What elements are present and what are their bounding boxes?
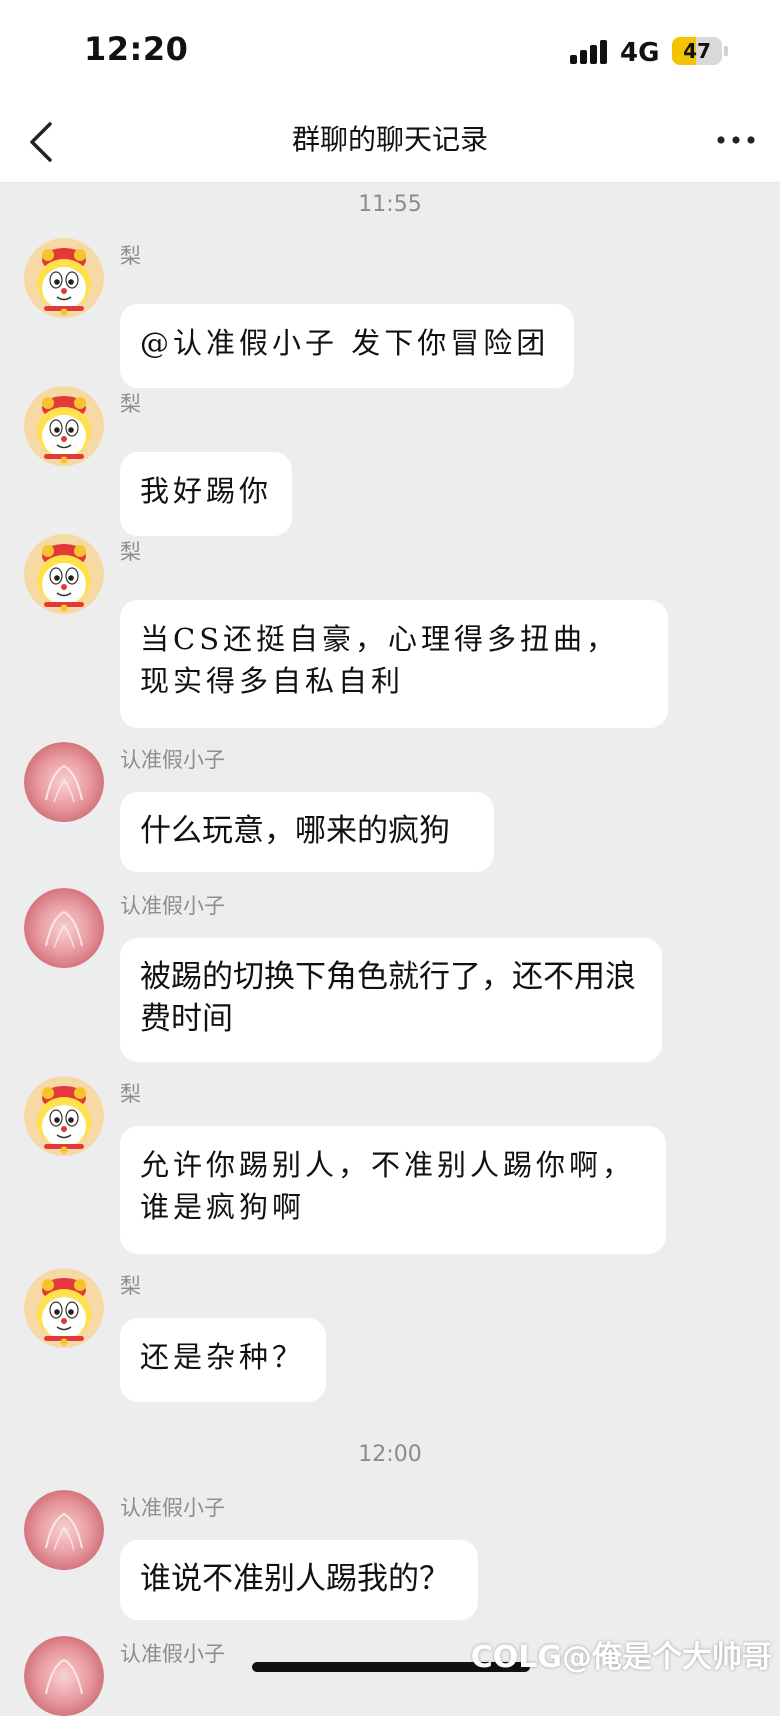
message-bubble[interactable]: 什么玩意，哪来的疯狗: [120, 792, 494, 872]
chat-history[interactable]: 11:55 梨 @认准假小子 发下你冒险团 梨 我好踢你 梨 当CS还挺自豪，心…: [0, 182, 780, 1716]
battery-tip: [724, 46, 728, 56]
avatar-li[interactable]: [24, 238, 104, 318]
sender-name: 梨: [120, 392, 141, 416]
message-bubble[interactable]: 还是杂种？: [120, 1318, 326, 1402]
doraemi-avatar-icon: [24, 238, 104, 318]
doraemi-avatar-icon: [24, 386, 104, 466]
sender-name: 梨: [120, 1082, 141, 1106]
message-bubble[interactable]: @认准假小子 发下你冒险团: [120, 304, 574, 388]
message-bubble[interactable]: 允许你踢别人，不准别人踢你啊，谁是疯狗啊: [120, 1126, 666, 1254]
more-dots-icon[interactable]: [716, 134, 756, 146]
sender-name: 梨: [120, 244, 141, 268]
watermark: COLG@俺是个大帅哥: [470, 1640, 772, 1675]
pink-glow-avatar-icon: [24, 1490, 104, 1570]
chevron-left-icon[interactable]: [26, 116, 62, 166]
message-bubble[interactable]: 我好踢你: [120, 452, 292, 536]
sender-name: 认准假小子: [120, 748, 225, 772]
doraemi-avatar-icon: [24, 1268, 104, 1348]
status-time: 12:20: [84, 30, 189, 68]
timestamp: 12:00: [358, 1442, 422, 1467]
message-bubble[interactable]: 谁说不准别人踢我的？: [120, 1540, 478, 1620]
sender-name: 梨: [120, 1274, 141, 1298]
message-bubble[interactable]: 当CS还挺自豪，心理得多扭曲，现实得多自私自利: [120, 600, 668, 728]
signal-icon: [570, 40, 610, 64]
network-label: 4G: [620, 38, 660, 68]
avatar-renzhun[interactable]: [24, 1636, 104, 1716]
sender-name: 梨: [120, 540, 141, 564]
sender-name: 认准假小子: [120, 1496, 225, 1520]
timestamp: 11:55: [358, 192, 422, 217]
doraemi-avatar-icon: [24, 1076, 104, 1156]
pink-glow-avatar-icon: [24, 742, 104, 822]
page-title: 群聊的聊天记录: [291, 123, 488, 156]
avatar-renzhun[interactable]: [24, 1490, 104, 1570]
message-bubble[interactable]: 被踢的切换下角色就行了，还不用浪费时间: [120, 938, 662, 1062]
avatar-li[interactable]: [24, 386, 104, 466]
sender-name: 认准假小子: [120, 1642, 225, 1666]
doraemi-avatar-icon: [24, 534, 104, 614]
pink-glow-avatar-icon: [24, 888, 104, 968]
avatar-renzhun[interactable]: [24, 888, 104, 968]
battery-icon: 47: [672, 37, 722, 65]
avatar-li[interactable]: [24, 534, 104, 614]
pink-glow-avatar-icon: [24, 1636, 104, 1716]
avatar-renzhun[interactable]: [24, 742, 104, 822]
nav-bar: 群聊的聊天记录: [0, 100, 780, 183]
avatar-li[interactable]: [24, 1268, 104, 1348]
sender-name: 认准假小子: [120, 894, 225, 918]
avatar-li[interactable]: [24, 1076, 104, 1156]
battery-level: 47: [683, 39, 711, 63]
status-bar: 12:20 4G 47: [0, 0, 780, 100]
